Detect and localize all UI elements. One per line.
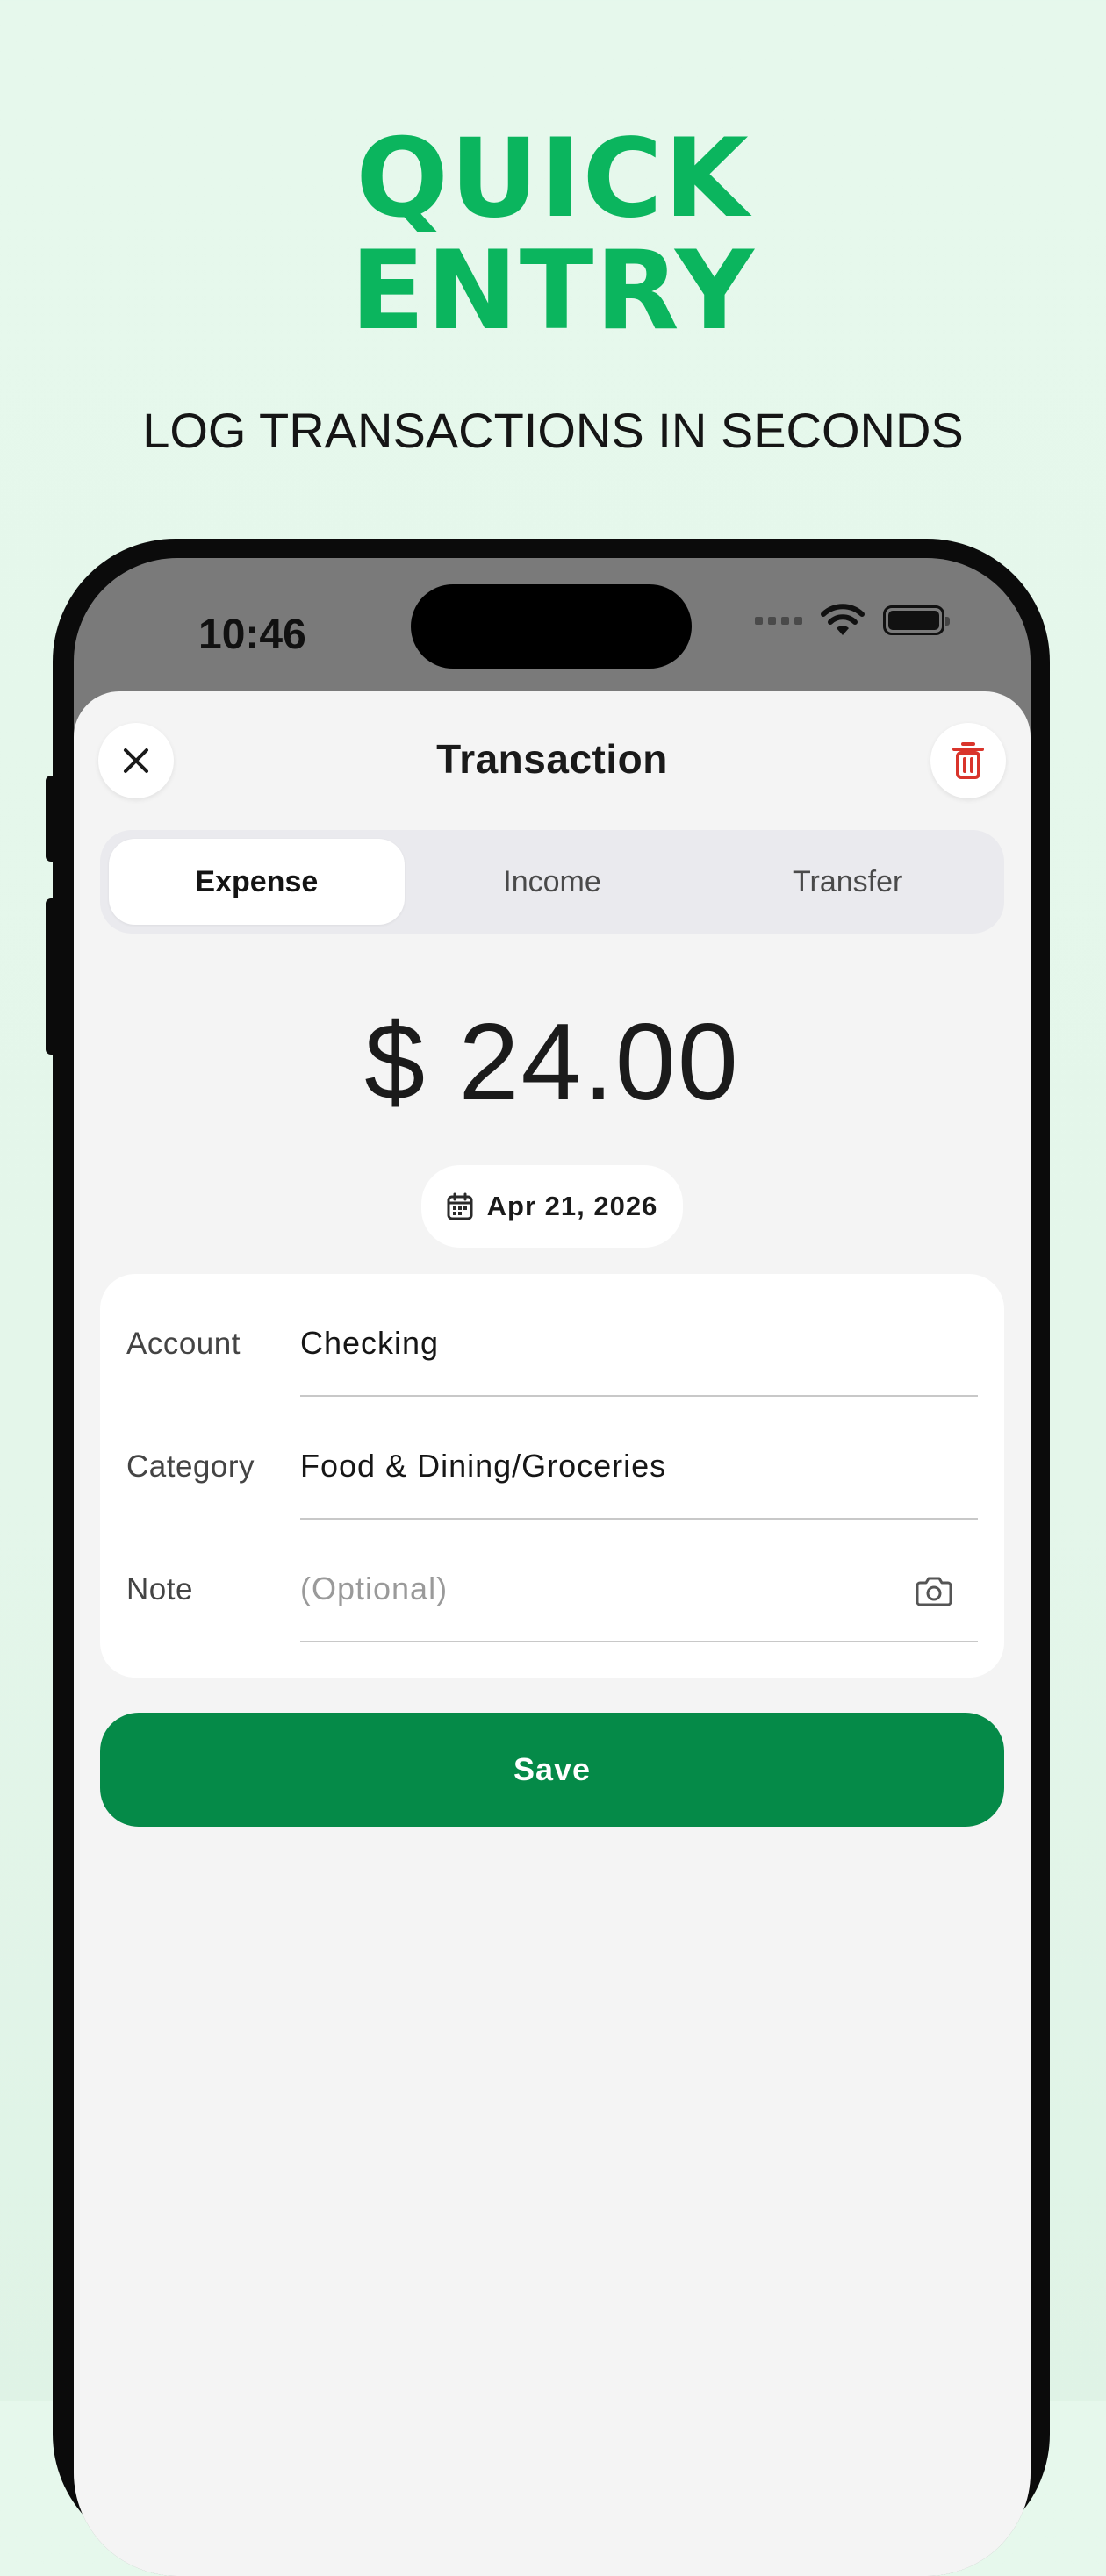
hero-title-line1: QUICK [356,116,750,242]
dynamic-island [411,584,692,669]
calendar-icon [447,1192,473,1220]
status-time: 10:46 [198,612,306,658]
date-text: Apr 21, 2026 [486,1191,658,1221]
category-field[interactable]: Food & Dining/Groceries [300,1448,666,1485]
amount-display[interactable]: $ 24.00 [74,1000,1031,1125]
phone-mute-switch [46,776,58,862]
note-row[interactable]: Note (Optional) [100,1520,1004,1642]
battery-icon [883,605,950,635]
tab-expense[interactable]: Expense [109,839,405,925]
account-label: Account [126,1327,241,1361]
delete-button[interactable] [930,723,1006,798]
date-picker-button[interactable]: Apr 21, 2026 [421,1165,683,1248]
hero-title: QUICK ENTRY [0,123,1106,347]
account-field[interactable]: Checking [300,1325,439,1362]
hero-title-line2: ENTRY [350,228,756,354]
hero-subtitle: LOG TRANSACTIONS IN SECONDS [142,403,964,458]
phone-screen: 10:46 Transaction Expense Income Transfe… [74,558,1031,2576]
note-label: Note [126,1572,193,1606]
tab-transfer[interactable]: Transfer [700,839,995,925]
phone-volume-button [46,898,58,1055]
transaction-type-tabs: Expense Income Transfer [100,830,1004,934]
note-underline [300,1641,978,1642]
note-input[interactable]: (Optional) [300,1571,448,1607]
status-icons [755,604,950,637]
save-button[interactable]: Save [100,1713,1004,1827]
tab-income[interactable]: Income [405,839,700,925]
sheet-title: Transaction [436,736,668,782]
category-label: Category [126,1449,255,1484]
camera-button[interactable] [915,1574,953,1612]
camera-icon [916,1577,952,1606]
transaction-sheet: Transaction Expense Income Transfer $ 24… [74,691,1031,2576]
wifi-icon [821,604,865,635]
signal-icon [755,616,802,625]
category-row[interactable]: Category Food & Dining/Groceries [100,1397,1004,1520]
transaction-form: Account Checking Category Food & Dining/… [100,1274,1004,1678]
account-row[interactable]: Account Checking [100,1274,1004,1397]
trash-icon [952,742,984,779]
